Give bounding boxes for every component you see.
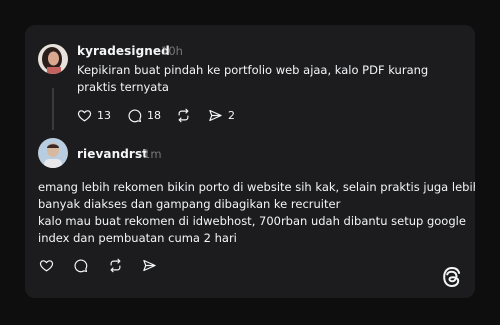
avatar-image-rievan: [38, 138, 68, 168]
post-share-button[interactable]: 2: [208, 108, 235, 123]
reply-text-line-4: index dan pembuatan cuma 2 hari: [38, 231, 237, 245]
send-icon: [209, 109, 222, 122]
threads-logo-icon[interactable]: [442, 266, 462, 292]
reply-timestamp[interactable]: 1m: [143, 147, 162, 161]
post-author-name[interactable]: kyradesigned: [77, 44, 170, 58]
repost-icon: [178, 108, 189, 123]
post-like-count: 13: [97, 109, 111, 122]
reply-text-line-1: emang lebih rekomen bikin porto di websi…: [38, 180, 475, 194]
comment-icon: [128, 109, 142, 123]
post-text-line-2: praktis ternyata: [77, 80, 169, 94]
reply-text-line-2: banyak diakses dan gampang dibagikan ke …: [38, 197, 341, 211]
avatar-image-kyra: [38, 44, 68, 74]
heart-icon: [39, 260, 54, 272]
thread-connector-line: [52, 88, 54, 130]
send-icon: [143, 259, 156, 272]
threads-card: kyradesigned 10h Kepikiran buat pindah k…: [25, 25, 475, 298]
post-timestamp[interactable]: 10h: [161, 44, 183, 58]
reply-author-avatar[interactable]: [38, 138, 68, 168]
reply-share-button[interactable]: [142, 258, 157, 273]
repost-icon: [110, 258, 121, 273]
reply-like-button[interactable]: [39, 258, 54, 273]
post-like-button[interactable]: 13: [77, 108, 111, 123]
post-reply-button[interactable]: 18: [127, 108, 161, 123]
post-reply-count: 18: [147, 109, 161, 122]
reply-author-name[interactable]: rievandrst: [77, 147, 148, 161]
threads-logo: [443, 267, 461, 287]
heart-icon: [77, 110, 92, 122]
reply-text-line-3: kalo mau buat rekomen di idwebhost, 700r…: [38, 214, 466, 228]
reply-repost-button[interactable]: [108, 258, 123, 273]
post-author-avatar[interactable]: [38, 44, 68, 74]
post-repost-button[interactable]: [176, 108, 191, 123]
post-share-count: 2: [228, 109, 235, 122]
comment-icon: [74, 259, 88, 273]
post-text-line-1: Kepikiran buat pindah ke portfolio web a…: [77, 63, 429, 77]
reply-reply-button[interactable]: [73, 258, 88, 273]
